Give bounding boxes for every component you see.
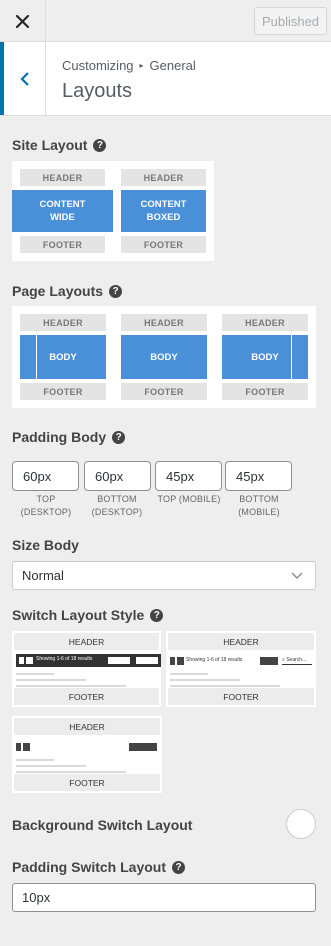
help-icon[interactable]: ? <box>112 430 126 444</box>
thumb-header: HEADER <box>121 169 206 186</box>
thumb-footer: FOOTER <box>168 688 314 705</box>
background-switch-layout-label: Background Switch Layout <box>12 817 193 833</box>
sidebar-divider <box>291 335 292 379</box>
thumb-header: HEADER <box>20 314 106 331</box>
site-layout-label: Site Layout ? <box>12 137 107 153</box>
thumb-body: BODY <box>222 335 308 379</box>
thumb-footer: FOOTER <box>121 236 206 253</box>
page-layouts-label: Page Layouts ? <box>12 283 123 299</box>
text-line <box>170 679 240 681</box>
help-icon[interactable]: ? <box>172 860 186 874</box>
list-icon <box>26 657 33 664</box>
thumb-footer: FOOTER <box>20 236 105 253</box>
background-color-picker[interactable] <box>286 809 316 839</box>
thumb-body: BODY <box>121 335 207 379</box>
text-line <box>170 673 208 675</box>
thumb-footer: FOOTER <box>222 383 308 400</box>
thumb-footer: FOOTER <box>14 774 160 791</box>
padding-top-desktop-caption: TOP (DESKTOP) <box>20 494 72 517</box>
customizer-topbar: Published <box>0 0 331 42</box>
close-button[interactable] <box>0 0 46 42</box>
search-field: ⌕ Search... <box>282 656 312 665</box>
thumb-footer: FOOTER <box>121 383 207 400</box>
thumb-body: CONTENT WIDE <box>12 190 113 232</box>
switch-layout-style-label: Switch Layout Style ? <box>12 607 164 623</box>
thumb-footer: FOOTER <box>20 383 106 400</box>
help-icon[interactable]: ? <box>150 608 164 622</box>
list-icon <box>23 743 30 751</box>
toolbar-select <box>129 743 157 751</box>
help-icon[interactable]: ? <box>109 284 123 298</box>
page-layouts-options: HEADER BODY FOOTER HEADER BODY FOOTER HE… <box>12 306 316 408</box>
thumb-header: HEADER <box>14 633 159 650</box>
padding-top-mobile-input[interactable]: 45px <box>155 461 222 491</box>
padding-bottom-mobile-caption: BOTTOM (MOBILE) <box>238 494 280 517</box>
breadcrumb-separator-icon: ▸ <box>139 61 144 70</box>
breadcrumb: Customizing ▸ General <box>62 58 196 73</box>
size-body-select[interactable]: Normal <box>12 561 316 590</box>
back-button[interactable] <box>0 42 46 115</box>
site-layout-options: HEADER CONTENT WIDE FOOTER HEADER CONTENT… <box>12 161 214 261</box>
breadcrumb-root: Customizing <box>62 58 134 73</box>
thumb-body: BODY <box>20 335 106 379</box>
page-layout-option-full[interactable]: HEADER BODY FOOTER <box>121 314 207 400</box>
thumb-header: HEADER <box>121 314 207 331</box>
text-line <box>170 685 280 687</box>
grid-icon <box>170 657 175 665</box>
switch-style-option-3[interactable]: HEADER FOOTER <box>12 716 162 793</box>
padding-bottom-desktop-caption: BOTTOM (DESKTOP) <box>91 494 143 517</box>
padding-top-mobile-caption: TOP (MOBILE) <box>157 494 221 504</box>
grid-icon <box>19 657 24 664</box>
padding-switch-layout-label: Padding Switch Layout ? <box>12 859 186 875</box>
breadcrumb-child: General <box>149 58 196 73</box>
padding-bottom-desktop-input[interactable]: 60px <box>84 461 151 491</box>
sidebar-divider <box>36 335 37 379</box>
toolbar-select <box>136 657 158 664</box>
switch-style-option-1[interactable]: HEADER Showing 1-6 of 18 results FOOTER <box>12 631 161 707</box>
text-line <box>16 759 54 761</box>
toolbar-select <box>260 657 278 665</box>
thumb-header: HEADER <box>222 314 308 331</box>
padding-body-label: Padding Body ? <box>12 429 126 445</box>
toolbar-select <box>108 657 130 664</box>
page-layout-option-right-sidebar[interactable]: HEADER BODY FOOTER <box>222 314 308 400</box>
help-icon[interactable]: ? <box>93 138 107 152</box>
list-icon <box>177 657 184 665</box>
thumb-body: CONTENT BOXED <box>121 190 206 232</box>
padding-bottom-mobile-input[interactable]: 45px <box>225 461 292 491</box>
thumb-footer: FOOTER <box>14 688 159 705</box>
padding-switch-layout-input[interactable]: 10px <box>12 883 316 912</box>
thumb-toolbar: Showing 1-6 of 18 results <box>16 654 161 667</box>
published-button[interactable]: Published <box>254 7 327 35</box>
close-icon <box>16 14 29 28</box>
padding-top-desktop-input[interactable]: 60px <box>12 461 79 491</box>
section-header: Customizing ▸ General Layouts <box>0 42 331 116</box>
site-layout-option-boxed[interactable]: HEADER CONTENT BOXED FOOTER <box>121 169 206 253</box>
thumb-header: HEADER <box>14 718 160 735</box>
page-layout-option-left-sidebar[interactable]: HEADER BODY FOOTER <box>20 314 106 400</box>
thumb-header: HEADER <box>168 633 314 650</box>
section-title: Layouts <box>62 80 133 102</box>
thumb-header: HEADER <box>20 169 105 186</box>
text-line <box>16 765 86 767</box>
text-line <box>16 685 126 687</box>
text-line <box>16 673 54 675</box>
size-body-label: Size Body <box>12 537 79 553</box>
chevron-down-icon <box>291 572 303 580</box>
text-line <box>16 771 126 773</box>
switch-style-option-2[interactable]: HEADER Showing 1-6 of 18 results ⌕ Searc… <box>166 631 316 707</box>
site-layout-option-wide[interactable]: HEADER CONTENT WIDE FOOTER <box>12 169 113 253</box>
chevron-left-icon <box>19 71 29 86</box>
text-line <box>16 679 86 681</box>
grid-icon <box>16 743 21 751</box>
